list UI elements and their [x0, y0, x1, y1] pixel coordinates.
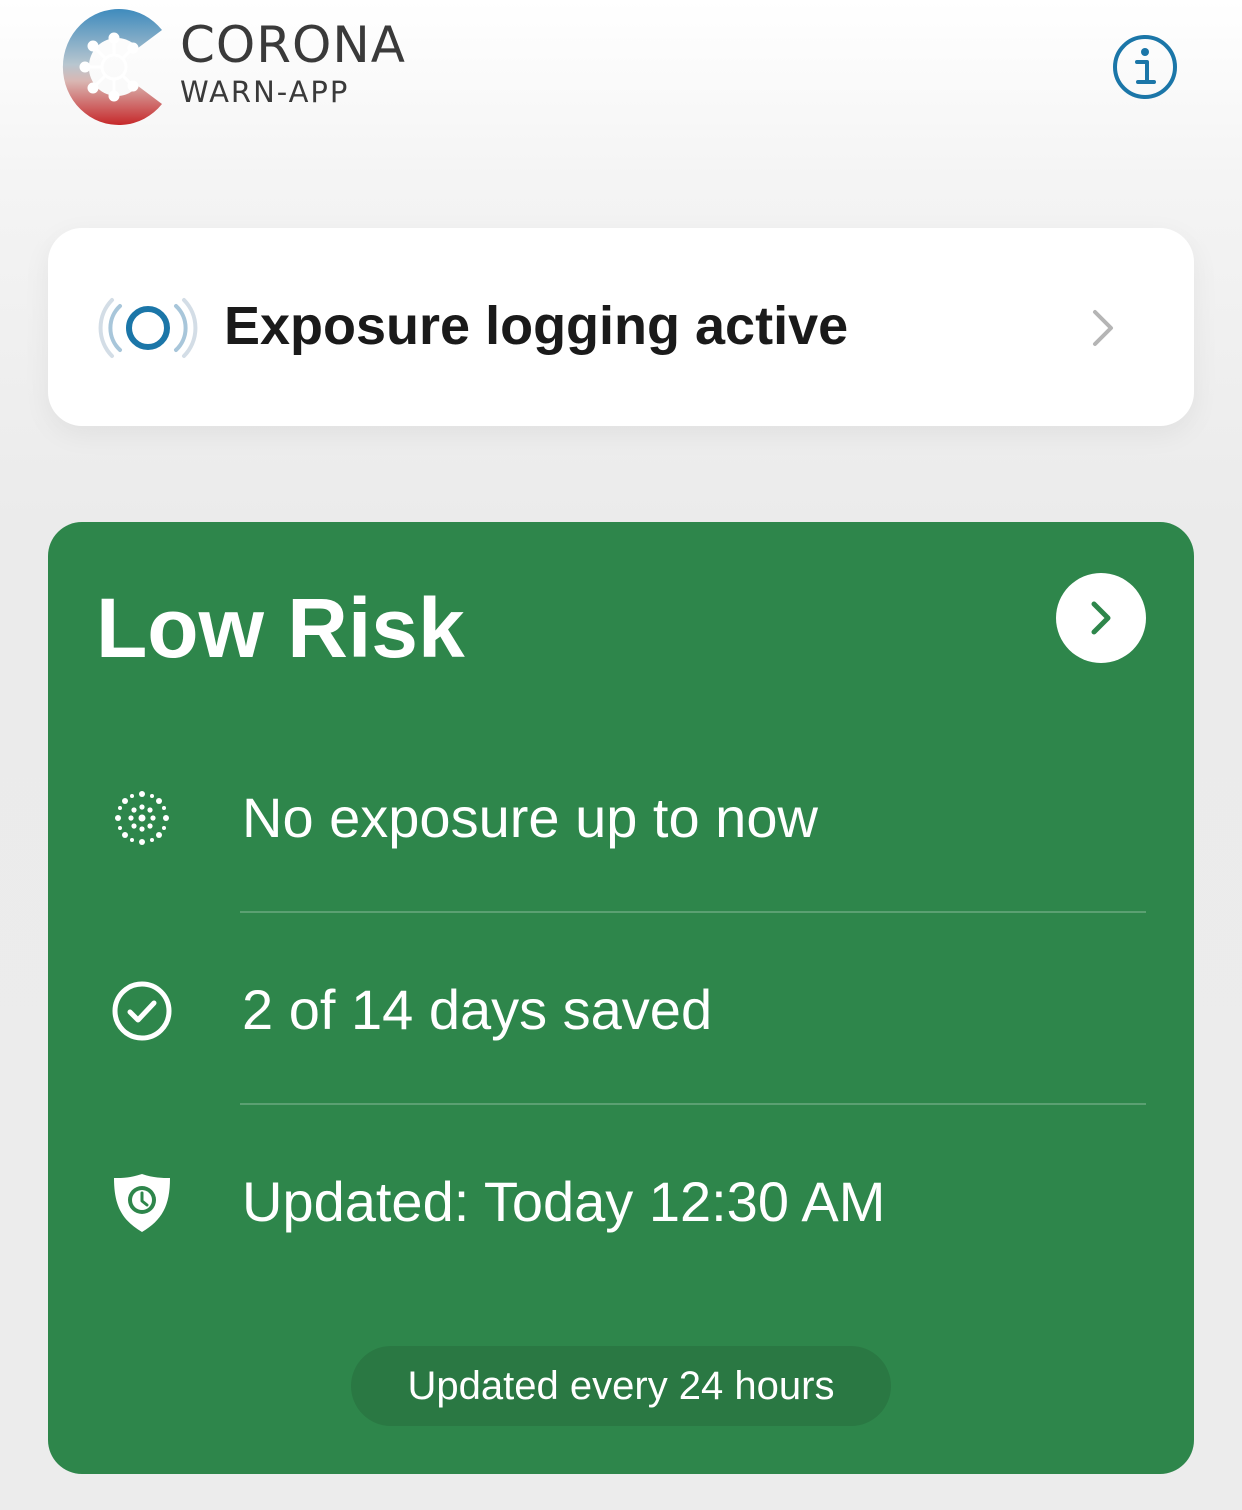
exposure-logging-card[interactable]: Exposure logging active [48, 228, 1194, 426]
exposure-signal-icon [98, 298, 198, 358]
virus-dots-icon [115, 791, 169, 845]
chevron-right-icon [1091, 601, 1111, 635]
updated-time-text: Updated: Today 12:30 AM [242, 1170, 886, 1233]
app-header: CORONA WARN-APP [0, 0, 1242, 150]
corona-warn-app-logo-icon [62, 9, 162, 125]
brand-title: CORONA [180, 16, 406, 74]
check-circle-icon [112, 981, 172, 1041]
chevron-right-icon [1093, 310, 1113, 346]
exposure-logging-label: Exposure logging active [224, 296, 849, 356]
brand-subtitle: WARN-APP [180, 75, 350, 109]
info-icon[interactable] [1112, 34, 1178, 100]
risk-card[interactable]: Low Risk No exposure up to now 2 of 14 d… [48, 522, 1194, 1474]
days-saved-text: 2 of 14 days saved [242, 978, 713, 1041]
brand-name: CORONA WARN-APP [180, 18, 406, 110]
row-divider [240, 911, 1146, 913]
row-divider [240, 1103, 1146, 1105]
risk-details-button[interactable] [1056, 573, 1146, 663]
update-frequency-badge: Updated every 24 hours [351, 1346, 891, 1426]
exposure-status-text: No exposure up to now [242, 786, 818, 849]
shield-clock-icon [114, 1174, 170, 1232]
risk-title: Low Risk [96, 581, 465, 675]
